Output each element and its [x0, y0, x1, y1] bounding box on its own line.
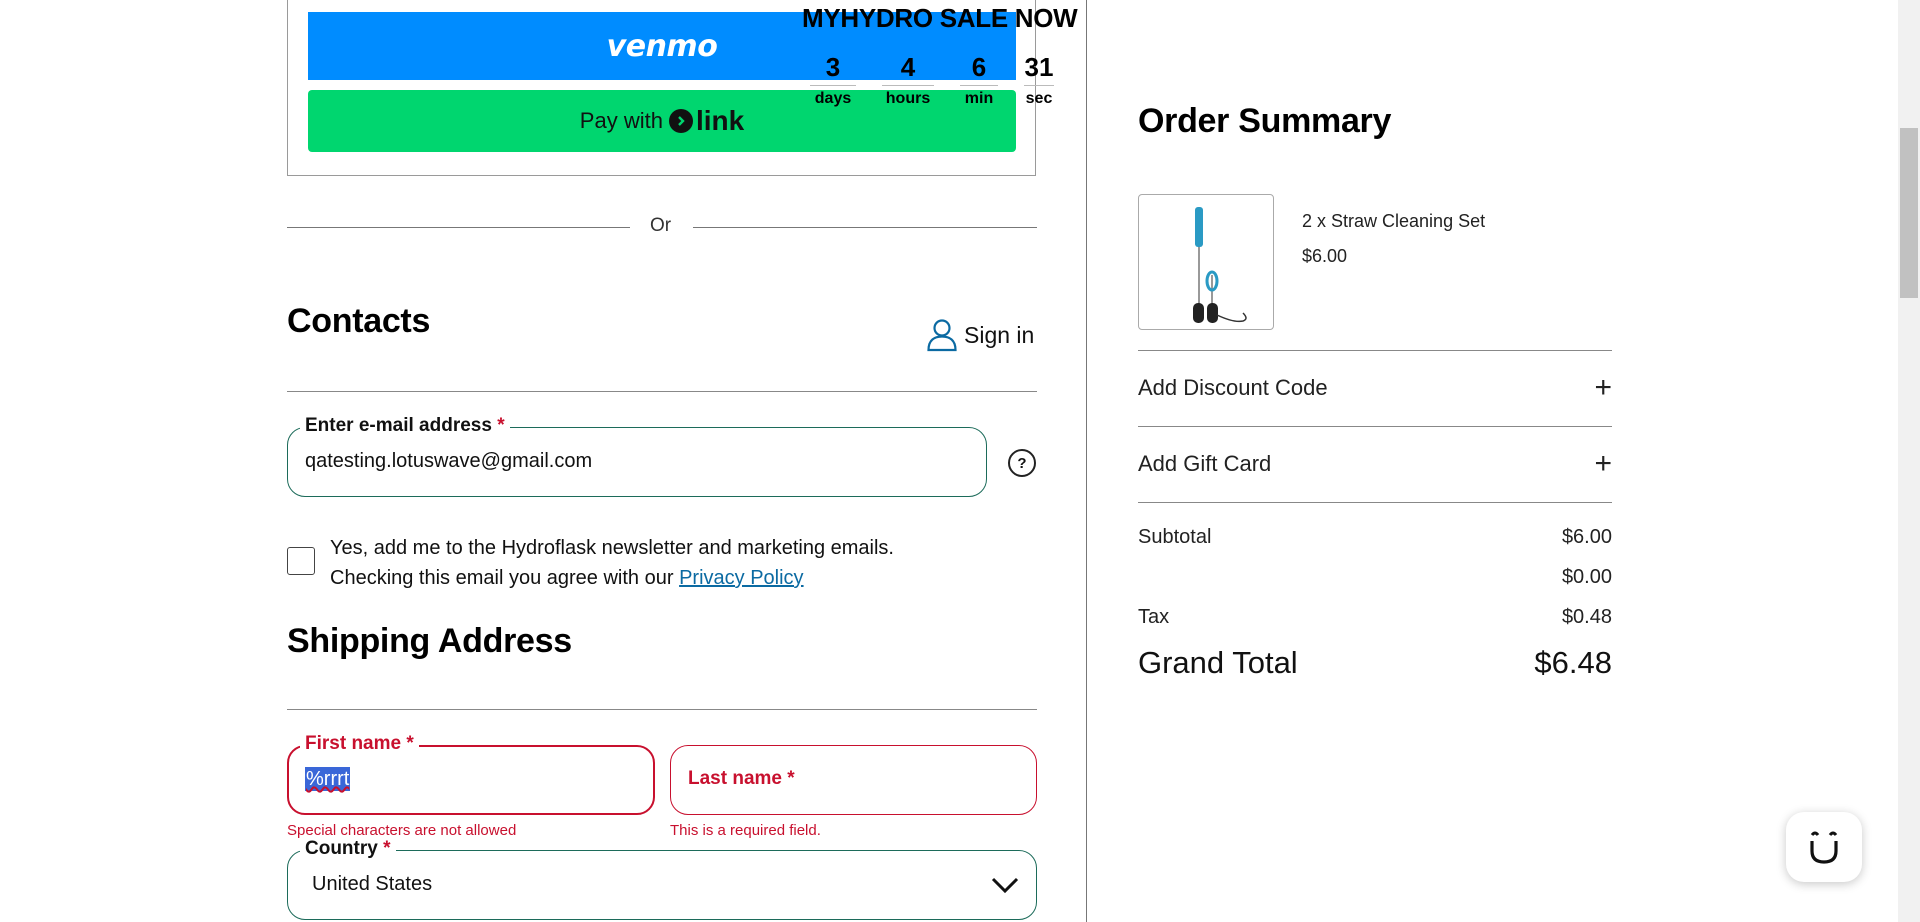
countdown-value: 6	[960, 52, 998, 86]
product-thumbnail[interactable]	[1138, 194, 1274, 330]
first-name-label-text: First name	[305, 733, 402, 754]
selected-text: %rrrt	[305, 767, 351, 791]
newsletter-checkbox[interactable]	[287, 547, 315, 575]
email-value[interactable]: qatesting.lotuswave@gmail.com	[305, 450, 592, 473]
required-asterisk: *	[497, 415, 505, 436]
countdown-unit: days	[814, 90, 852, 107]
or-divider-text: Or	[650, 215, 672, 236]
countdown-unit: hours	[885, 90, 931, 107]
summary-divider	[1138, 502, 1612, 503]
last-name-label-text: Last name	[688, 768, 782, 789]
add-gift-card-toggle[interactable]: Add Gift Card +	[1138, 426, 1612, 502]
discount-label: Add Discount Code	[1138, 375, 1328, 400]
help-icon[interactable]: ?	[1008, 449, 1036, 477]
tax-label: Tax	[1138, 606, 1170, 628]
add-discount-code-toggle[interactable]: Add Discount Code +	[1138, 350, 1612, 426]
plus-icon: +	[1594, 371, 1612, 404]
country-label-text: Country	[305, 838, 378, 859]
cart-item-name: 2 x Straw Cleaning Set	[1302, 211, 1486, 231]
chevron-down-icon[interactable]	[990, 875, 1020, 900]
shipping-address-heading: Shipping Address	[287, 622, 572, 660]
newsletter-text: Yes, add me to the Hydroflask newsletter…	[330, 533, 894, 593]
privacy-policy-link[interactable]: Privacy Policy	[679, 567, 803, 589]
countdown-seconds: 31 sec	[1024, 52, 1054, 108]
subtotal-value: $6.00	[1561, 526, 1612, 548]
grand-total-row: Grand Total $6.48	[1138, 645, 1612, 681]
user-icon	[927, 319, 957, 352]
email-field-label: Enter e-mail address *	[300, 415, 510, 437]
last-name-placeholder: Last name *	[683, 768, 800, 790]
link-brand-text: link	[695, 105, 745, 136]
order-summary-heading: Order Summary	[1138, 102, 1392, 140]
countdown-unit: sec	[1025, 90, 1053, 107]
required-asterisk: *	[383, 838, 391, 859]
first-name-label: First name *	[300, 733, 419, 755]
countdown-value: 31	[1024, 52, 1054, 86]
tax-row: Tax $0.48	[1138, 606, 1612, 629]
divider-line-right	[693, 227, 1037, 228]
last-name-error: This is a required field.	[670, 822, 821, 839]
sale-banner-title: MYHYDRO SALE NOW	[802, 3, 1078, 33]
first-name-error: Special characters are not allowed	[287, 822, 517, 839]
countdown-unit: min	[964, 90, 994, 107]
countdown-value: 4	[882, 52, 934, 86]
countdown-minutes: 6 min	[960, 52, 998, 108]
grand-total-label: Grand Total	[1138, 645, 1298, 680]
chat-widget-button[interactable]	[1786, 812, 1862, 882]
grand-total-value: $6.48	[1534, 645, 1612, 680]
required-asterisk: *	[787, 768, 795, 789]
subtotal-label: Subtotal	[1138, 526, 1212, 548]
sign-in-link[interactable]: Sign in	[926, 318, 1034, 352]
first-name-value[interactable]: %rrrt	[305, 767, 351, 791]
sign-in-label: Sign in	[964, 321, 1035, 348]
divider-line-left	[287, 227, 630, 228]
country-value: United States	[312, 873, 433, 895]
countdown-days: 3 days	[810, 52, 856, 108]
newsletter-consent-text: Checking this email you agree with our	[330, 567, 674, 589]
shipping-value: $0.00	[1561, 566, 1612, 588]
contacts-heading: Contacts	[287, 302, 431, 340]
straw-brush-image	[1193, 207, 1247, 323]
plus-icon: +	[1594, 447, 1612, 480]
gift-card-label: Add Gift Card	[1138, 451, 1272, 476]
country-label: Country *	[300, 838, 396, 860]
required-asterisk: *	[406, 733, 414, 754]
newsletter-line-1: Yes, add me to the Hydroflask newsletter…	[330, 537, 894, 559]
link-logo: link	[668, 105, 745, 137]
cart-item-price: $6.00	[1302, 246, 1348, 266]
shipping-divider	[287, 709, 1037, 710]
contacts-divider	[287, 391, 1037, 392]
smiley-chat-icon	[1810, 831, 1838, 864]
countdown-hours: 4 hours	[882, 52, 934, 108]
countdown-value: 3	[810, 52, 856, 86]
link-arrow-icon	[668, 109, 693, 133]
tax-value: $0.48	[1561, 606, 1612, 628]
scrollbar-thumb[interactable]	[1900, 128, 1918, 298]
newsletter-line-2: Checking this email you agree with our P…	[330, 563, 894, 593]
pay-with-label: Pay with	[579, 108, 663, 133]
shipping-row: $0.00	[1138, 566, 1612, 589]
email-label-text: Enter e-mail address	[305, 415, 492, 436]
column-divider	[1086, 0, 1087, 922]
subtotal-row: Subtotal $6.00	[1138, 526, 1612, 549]
